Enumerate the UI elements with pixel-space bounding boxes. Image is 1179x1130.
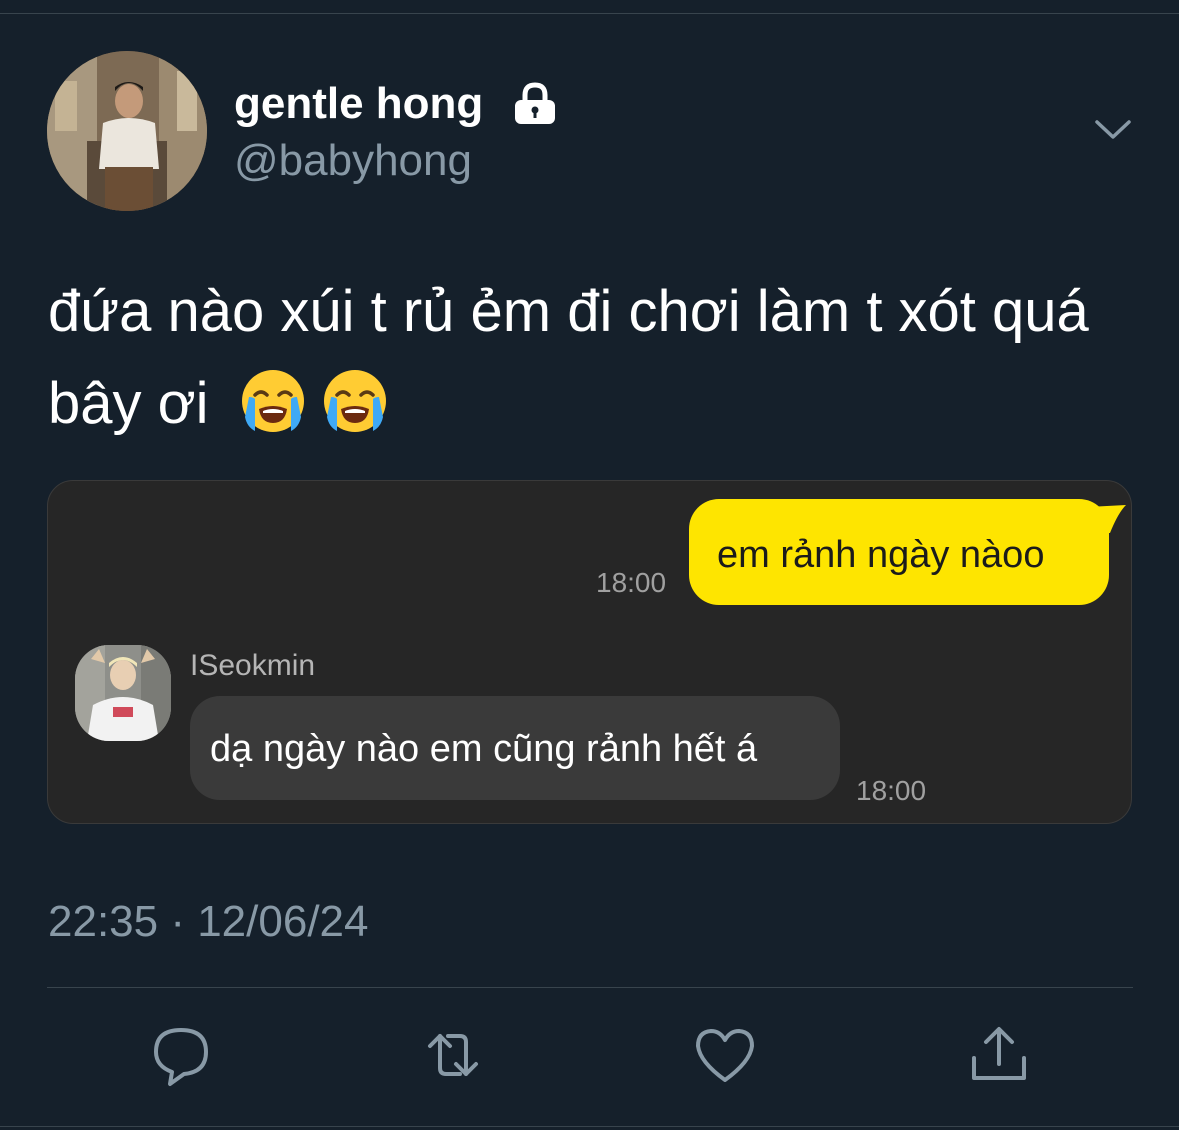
friend-name: ISeokmin — [190, 649, 316, 682]
chevron-down-icon[interactable] — [1094, 116, 1132, 144]
received-message-time: 18:00 — [856, 775, 927, 806]
reply-icon[interactable] — [148, 1022, 214, 1088]
display-name[interactable]: gentle hong — [234, 78, 483, 130]
tweet-text: đứa nào xúi t rủ ẻm đi chơi làm t xót qu… — [48, 266, 1138, 450]
friend-avatar — [75, 645, 171, 741]
like-icon[interactable] — [692, 1022, 758, 1088]
lock-icon — [512, 82, 558, 126]
profile-avatar[interactable] — [47, 51, 207, 211]
loudly-crying-face-icon — [239, 367, 307, 435]
user-handle[interactable]: @babyhong — [234, 135, 472, 187]
retweet-icon[interactable] — [420, 1022, 486, 1088]
tweet-body: đứa nào xúi t rủ ẻm đi chơi làm t xót qu… — [48, 279, 1089, 436]
bottom-divider — [0, 1126, 1179, 1127]
attached-chat-image[interactable]: em rảnh ngày nàoo 18:00 ISeokmin dạ ngày… — [47, 480, 1132, 824]
tweet-timestamp[interactable]: 22:35 · 12/06/24 — [48, 896, 368, 948]
actions-divider — [47, 987, 1133, 988]
bubble-tail-icon — [1088, 505, 1126, 533]
sent-message-time: 18:00 — [596, 567, 667, 598]
top-divider — [0, 13, 1179, 14]
sent-message-text: em rảnh ngày nàoo — [717, 534, 1045, 576]
loudly-crying-face-icon — [321, 367, 389, 435]
share-icon[interactable] — [966, 1022, 1032, 1088]
received-message-text: dạ ngày nào em cũng rảnh hết á — [210, 728, 758, 770]
